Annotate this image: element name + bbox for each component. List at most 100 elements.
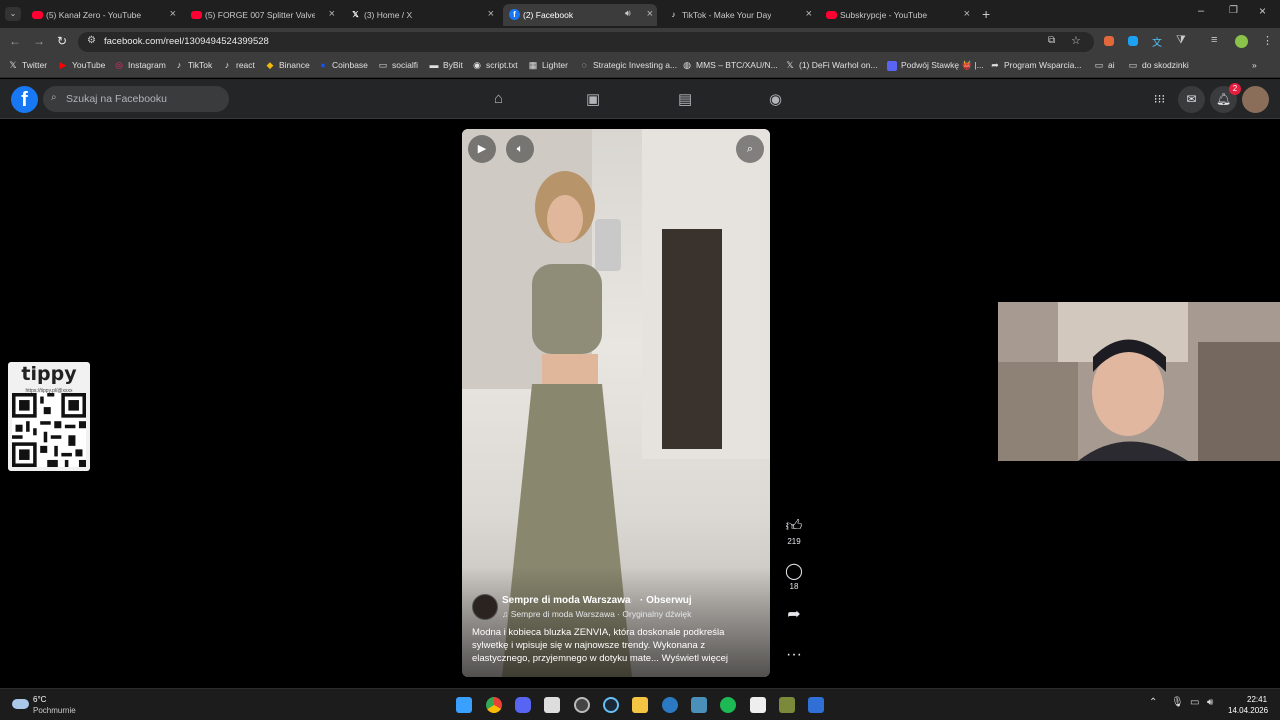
facebook-logo[interactable]: f (11, 86, 38, 113)
url-text[interactable]: facebook.com/reel/1309494524399528 (104, 36, 269, 47)
bookmark-socialfi[interactable]: ▭ socialfi (378, 60, 418, 70)
audio-label[interactable]: ♫ Sempre di moda Warszawa · Oryginalny d… (502, 609, 691, 619)
bookmark-star-icon[interactable]: ☆ (1071, 34, 1081, 47)
tab-4[interactable]: f (2) Facebook 🔊︎ × (503, 4, 657, 26)
home-icon[interactable]: ⌂ (494, 90, 503, 107)
clock-time[interactable]: 22:41 (1247, 695, 1267, 704)
bookmark-coinbase[interactable]: ● Coinbase (318, 60, 368, 70)
extensions-icon[interactable]: ⧩ (1176, 34, 1186, 47)
weather-condition[interactable]: Pochmurnie (33, 706, 76, 715)
bookmark-youtube[interactable]: ▶ YouTube (58, 60, 106, 70)
photos-icon[interactable] (750, 697, 766, 713)
tab-3[interactable]: 𝕏 (3) Home / X × (350, 4, 498, 26)
tab-2[interactable]: (5) FORGE 007 Splitter Valve Ins × (191, 4, 339, 26)
search-input[interactable]: ⌕ Szukaj na Facebooku (43, 86, 229, 112)
file-explorer-icon[interactable] (632, 697, 648, 713)
reel-video[interactable]: ▶ 🔈︎ ⌕ Sempre di moda Warszawa ◌ · Obser… (462, 129, 770, 677)
close-icon[interactable]: × (806, 8, 812, 20)
chrome-icon[interactable] (486, 697, 502, 713)
close-icon[interactable]: × (170, 8, 176, 20)
tab-5[interactable]: ♪ TikTok - Make Your Day × (668, 4, 816, 26)
microphone-icon[interactable]: 🎙︎ (1171, 697, 1184, 708)
network-icon[interactable]: ▭ (1190, 697, 1199, 708)
like-action[interactable]: 👍︎ 219 (782, 517, 806, 546)
spotify-icon[interactable] (720, 697, 736, 713)
bookmark-bybit[interactable]: ▬ ByBit (429, 60, 463, 70)
extension-translate-icon[interactable]: 文 (1152, 34, 1162, 49)
tab-search-button[interactable]: ⌄ (5, 7, 21, 21)
tab-6[interactable]: Subskrypcje - YouTube × (826, 4, 974, 26)
tab-1[interactable]: (5) Kanał Zero - YouTube × (32, 4, 180, 26)
close-icon[interactable]: × (329, 8, 335, 20)
bookmark-react[interactable]: ♪ react (222, 60, 255, 70)
ccleaner-icon[interactable] (662, 697, 678, 713)
share-action[interactable]: ➦ (782, 604, 806, 624)
bookmark-instagram[interactable]: ◎ Instagram (114, 60, 166, 70)
window-close-button[interactable]: × (1259, 4, 1266, 18)
media-controls-icon[interactable]: ≡ (1211, 34, 1217, 46)
install-app-icon[interactable]: ⧉ (1048, 35, 1055, 46)
chevron-up-icon[interactable]: ⌃ (1149, 697, 1157, 708)
close-icon[interactable]: × (488, 8, 494, 20)
messenger-icon[interactable]: ✉ (1178, 86, 1205, 113)
obs-icon[interactable] (574, 697, 590, 713)
bookmark-strategic[interactable]: ◌ Strategic Investing a... (579, 60, 677, 70)
marketplace-icon[interactable]: ▤ (678, 90, 692, 108)
volume-button[interactable]: 🔈︎ (506, 135, 534, 163)
author-avatar[interactable] (472, 594, 498, 620)
bookmark-twitter[interactable]: 𝕏 Twitter (8, 60, 47, 70)
app-icon[interactable] (544, 697, 560, 713)
close-icon[interactable]: × (647, 8, 653, 20)
profile-avatar[interactable] (1235, 35, 1248, 48)
see-more-link[interactable]: Wyświetl więcej (662, 653, 728, 664)
extension-fox-icon[interactable] (1104, 36, 1114, 46)
volume-icon[interactable]: 🔊︎ (1207, 697, 1213, 708)
new-tab-button[interactable]: + (982, 6, 990, 22)
more-options-action[interactable]: ··· (782, 646, 806, 664)
account-avatar[interactable] (1242, 86, 1269, 113)
bookmark-mms[interactable]: ◍ MMS – BTC/XAU/N... (682, 60, 778, 70)
bookmark-label: ByBit (443, 60, 463, 70)
omnibox[interactable]: ⚙ facebook.com/reel/1309494524399528 ⧉ ☆ (78, 32, 1094, 52)
bookmark-label: Instagram (128, 60, 166, 70)
steam-icon[interactable] (603, 697, 619, 713)
extension-blue-icon[interactable] (1128, 36, 1138, 46)
forward-button[interactable]: → (33, 34, 45, 48)
author-name[interactable]: Sempre di moda Warszawa (502, 595, 631, 606)
bookmark-program[interactable]: ➦ Program Wsparcia... (990, 60, 1081, 70)
reload-button[interactable]: ↻ (57, 34, 67, 48)
weather-temperature[interactable]: 6°C (33, 695, 46, 704)
bookmark-lighter[interactable]: ▦ Lighter (528, 60, 568, 70)
clock-date[interactable]: 14.04.2026 (1228, 706, 1268, 715)
follow-button[interactable]: · Obserwuj (640, 595, 692, 606)
restore-button[interactable]: ❐ (1229, 5, 1238, 16)
search-placeholder: Szukaj na Facebooku (66, 93, 167, 105)
menu-grid-icon[interactable]: ⁝⁝⁝ (1146, 86, 1173, 113)
bookmark-podwoj[interactable]: Podwój Stawkę 👹 |... (887, 60, 984, 71)
bookmark-tiktok[interactable]: ♪ TikTok (174, 60, 213, 70)
minimize-button[interactable]: – (1198, 5, 1204, 17)
game-icon[interactable] (779, 697, 795, 713)
speaker-icon[interactable]: 🔊︎ (625, 8, 631, 19)
bookmarks-overflow-icon[interactable]: » (1252, 60, 1257, 70)
bookmark-defi[interactable]: 𝕏 (1) DeFi Warhol on... (785, 60, 877, 70)
weather-cloud-icon[interactable] (12, 699, 29, 709)
close-icon[interactable]: × (964, 8, 970, 20)
play-button[interactable]: ▶ (468, 135, 496, 163)
site-info-icon[interactable]: ⚙ (87, 35, 96, 46)
video-icon[interactable]: ▣ (586, 90, 600, 108)
groups-icon[interactable]: ◉ (769, 90, 782, 108)
chrome-menu-icon[interactable]: ⋮ (1262, 34, 1273, 47)
bookmark-ai[interactable]: ▭ ai (1094, 60, 1115, 70)
reel-search-button[interactable]: ⌕ (736, 135, 764, 163)
bookmark-binance[interactable]: ◆ Binance (265, 60, 310, 70)
youtube-icon (191, 9, 202, 20)
discord-icon[interactable] (515, 697, 531, 713)
xbox-icon[interactable] (808, 697, 824, 713)
windows-start-icon[interactable] (456, 697, 472, 713)
tool-icon[interactable] (691, 697, 707, 713)
comment-action[interactable]: ◯ 18 (782, 561, 806, 591)
bookmark-script[interactable]: ◉ script.txt (472, 60, 518, 70)
bookmark-skodzinki[interactable]: ▭ do skodzinki (1128, 60, 1189, 70)
back-button[interactable]: ← (9, 34, 21, 48)
